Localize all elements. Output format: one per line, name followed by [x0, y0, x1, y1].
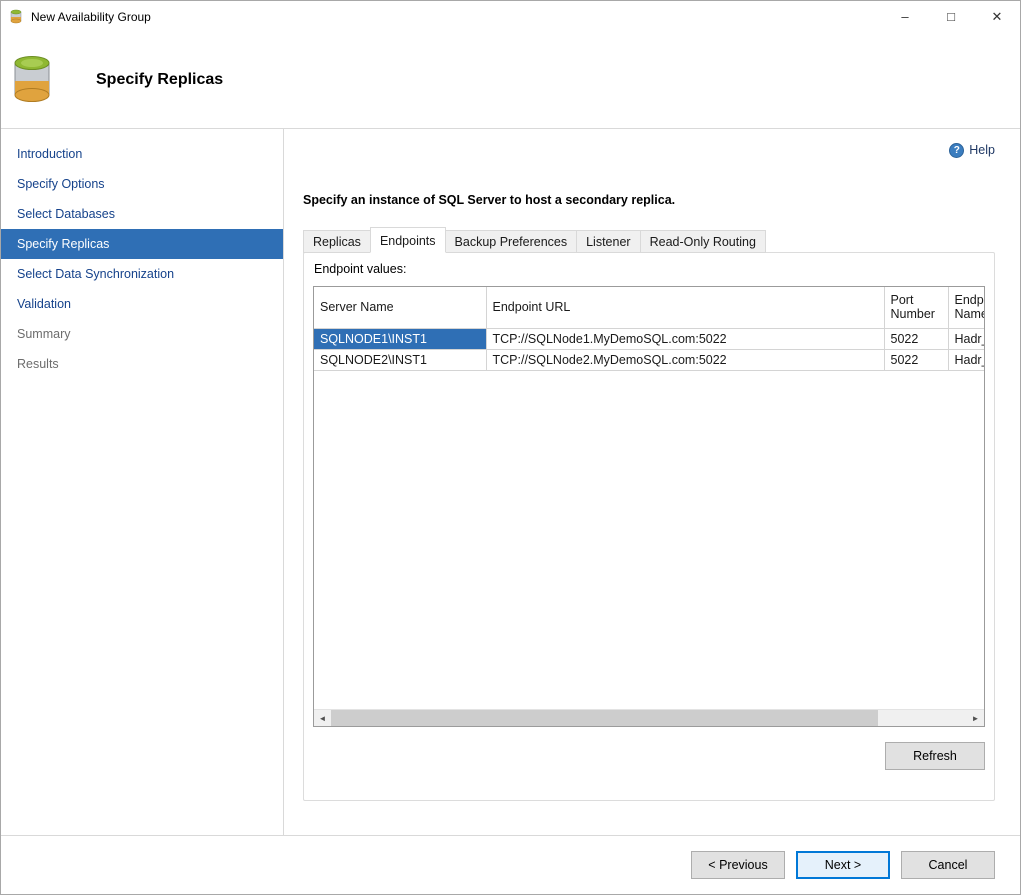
column-header-port-number[interactable]: Port Number: [884, 287, 948, 328]
wizard-footer: < Previous Next > Cancel: [1, 835, 1020, 894]
cell-endpoint-url[interactable]: TCP://SQLNode1.MyDemoSQL.com:5022: [486, 328, 884, 349]
wizard-header: Specify Replicas: [1, 32, 1020, 129]
cell-port-number[interactable]: 5022: [884, 349, 948, 370]
endpoints-grid: Server Name Endpoint URL Port Number End…: [313, 286, 985, 727]
sidebar-item-select-databases[interactable]: Select Databases: [1, 199, 283, 229]
cell-endpoint-name[interactable]: Hadr_endpoint: [948, 328, 984, 349]
column-header-endpoint-url[interactable]: Endpoint URL: [486, 287, 884, 328]
sidebar-item-specify-replicas[interactable]: Specify Replicas: [1, 229, 283, 259]
horizontal-scrollbar[interactable]: ◄ ►: [314, 709, 984, 726]
sidebar-item-summary[interactable]: Summary: [1, 319, 283, 349]
wizard-steps-sidebar: Introduction Specify Options Select Data…: [1, 129, 284, 835]
new-availability-group-window: New Availability Group – □ ✕ Specify Rep…: [0, 0, 1021, 895]
help-label: Help: [969, 143, 995, 157]
close-icon[interactable]: ✕: [974, 1, 1020, 32]
sidebar-item-introduction[interactable]: Introduction: [1, 139, 283, 169]
scrollbar-thumb[interactable]: [331, 710, 878, 726]
tab-endpoints[interactable]: Endpoints: [370, 227, 446, 253]
table-row: SQLNODE2\INST1 TCP://SQLNode2.MyDemoSQL.…: [314, 349, 984, 370]
cell-endpoint-url[interactable]: TCP://SQLNode2.MyDemoSQL.com:5022: [486, 349, 884, 370]
maximize-icon[interactable]: □: [928, 1, 974, 32]
wizard-content: ? Help Specify an instance of SQL Server…: [284, 129, 1020, 835]
cell-endpoint-name[interactable]: Hadr_endpoint: [948, 349, 984, 370]
sidebar-item-results[interactable]: Results: [1, 349, 283, 379]
availability-group-icon: [9, 9, 25, 25]
endpoint-values-label: Endpoint values:: [314, 262, 985, 276]
tab-listener[interactable]: Listener: [576, 230, 640, 253]
next-button[interactable]: Next >: [796, 851, 890, 879]
scrollbar-track[interactable]: [331, 710, 967, 726]
database-icon: [10, 53, 60, 107]
tab-backup-preferences[interactable]: Backup Preferences: [445, 230, 578, 253]
scroll-left-icon[interactable]: ◄: [314, 710, 331, 726]
cancel-button[interactable]: Cancel: [901, 851, 995, 879]
help-icon: ?: [949, 143, 964, 158]
page-title: Specify Replicas: [96, 71, 223, 89]
refresh-button[interactable]: Refresh: [885, 742, 985, 770]
endpoints-panel: Endpoint values: Server Name Endpoint UR…: [303, 252, 995, 801]
tab-read-only-routing[interactable]: Read-Only Routing: [640, 230, 766, 253]
previous-button[interactable]: < Previous: [691, 851, 785, 879]
column-header-server-name[interactable]: Server Name: [314, 287, 486, 328]
cell-port-number[interactable]: 5022: [884, 328, 948, 349]
window-title: New Availability Group: [31, 10, 151, 24]
title-bar[interactable]: New Availability Group – □ ✕: [1, 1, 1020, 32]
scroll-right-icon[interactable]: ►: [967, 710, 984, 726]
cell-server-name[interactable]: SQLNODE1\INST1: [314, 328, 486, 349]
table-header-row: Server Name Endpoint URL Port Number End…: [314, 287, 984, 328]
sidebar-item-specify-options[interactable]: Specify Options: [1, 169, 283, 199]
minimize-icon[interactable]: –: [882, 1, 928, 32]
help-link[interactable]: ? Help: [303, 141, 995, 159]
table-row: SQLNODE1\INST1 TCP://SQLNode1.MyDemoSQL.…: [314, 328, 984, 349]
cell-server-name[interactable]: SQLNODE2\INST1: [314, 349, 486, 370]
sidebar-item-validation[interactable]: Validation: [1, 289, 283, 319]
column-header-endpoint-name[interactable]: Endpoint Name: [948, 287, 984, 328]
tab-replicas[interactable]: Replicas: [303, 230, 371, 253]
sidebar-item-select-data-synchronization[interactable]: Select Data Synchronization: [1, 259, 283, 289]
replica-tabs: Replicas Endpoints Backup Preferences Li…: [303, 227, 995, 253]
instruction-text: Specify an instance of SQL Server to hos…: [303, 193, 995, 207]
